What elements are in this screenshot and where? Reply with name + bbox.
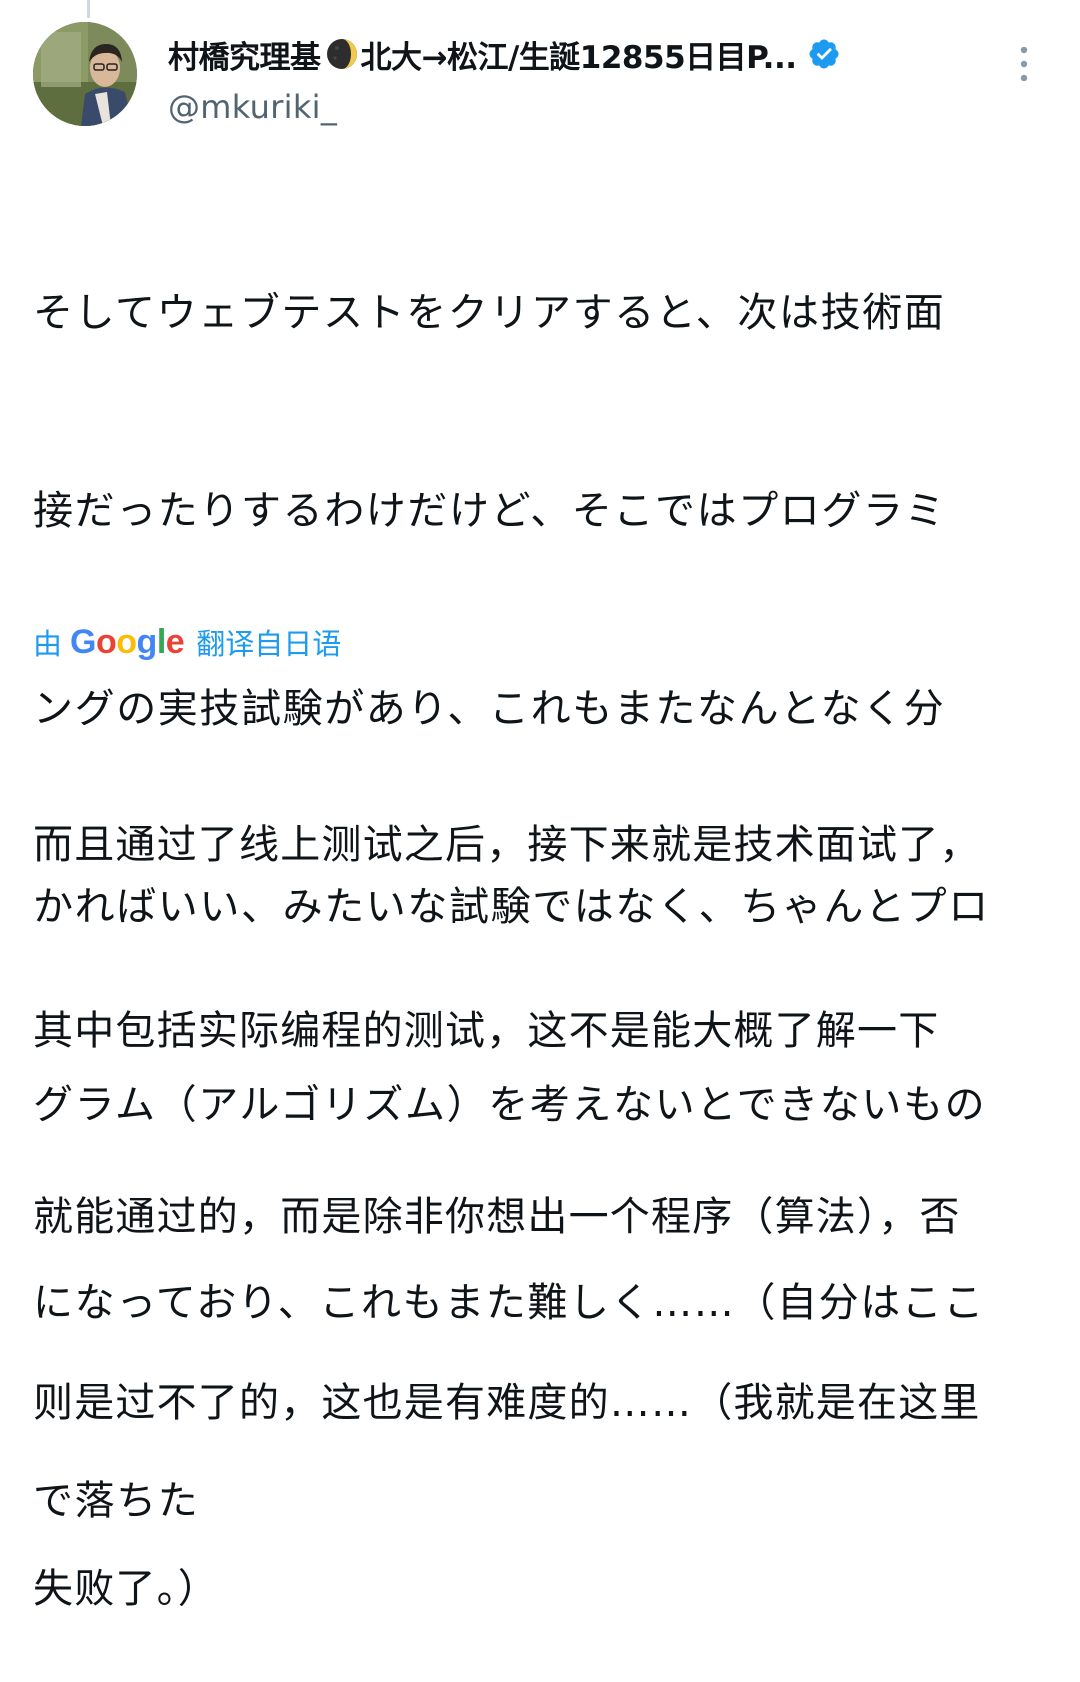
google-logo-letter: o <box>95 622 117 661</box>
thread-connector-line <box>87 0 90 18</box>
post-header: 村橋究理基 北大→松江/生誕12855日目P... @mkuriki_ <box>168 28 988 126</box>
translated-line: 而且通过了线上测试之后，接下来就是技术面试了， <box>33 822 981 868</box>
more-vertical-icon[interactable] <box>1012 42 1036 86</box>
google-logo-letter: l <box>156 622 166 661</box>
google-logo-letter: o <box>116 622 137 661</box>
author-name-part2[interactable]: 北大→松江/生誕12855日目P... <box>361 32 798 77</box>
original-line: 接だったりするわけだけど、そこではプログラミ <box>33 488 947 534</box>
translated-line: 就能通过的，而是除非你想出一个程序（算法），否 <box>33 1194 961 1240</box>
google-logo-letter: g <box>136 622 158 661</box>
google-logo-letter: e <box>165 622 185 661</box>
author-name-row[interactable]: 村橋究理基 北大→松江/生誕12855日目P... <box>168 28 988 80</box>
post-body-translated: 而且通过了线上测试之后，接下来就是技术面试了， 其中包括实际编程的测试，这不是能… <box>33 690 1053 1682</box>
translated-line: 则是过不了的，这也是有难度的……（我就是在这里 <box>33 1380 981 1426</box>
author-handle[interactable]: @mkuriki_ <box>168 88 988 126</box>
google-logo: Google <box>70 622 185 662</box>
moon-icon <box>325 37 359 71</box>
google-logo-letter: G <box>70 622 96 661</box>
original-line: そしてウェブテストをクリアすると、次は技術面 <box>33 290 946 336</box>
avatar[interactable] <box>33 22 137 126</box>
translated-from-link[interactable]: 翻译自日语 <box>196 621 341 663</box>
translation-attribution[interactable]: 由 Google 翻译自日语 <box>33 618 341 666</box>
author-name-part1[interactable]: 村橋究理基 <box>168 32 321 77</box>
translated-line: 其中包括实际编程的测试，这不是能大概了解一下 <box>33 1008 940 1054</box>
translated-by-label: 由 <box>33 627 63 661</box>
avatar-photo <box>33 22 137 126</box>
verified-badge-icon <box>807 37 841 71</box>
translated-line: 失败了。） <box>33 1566 219 1612</box>
